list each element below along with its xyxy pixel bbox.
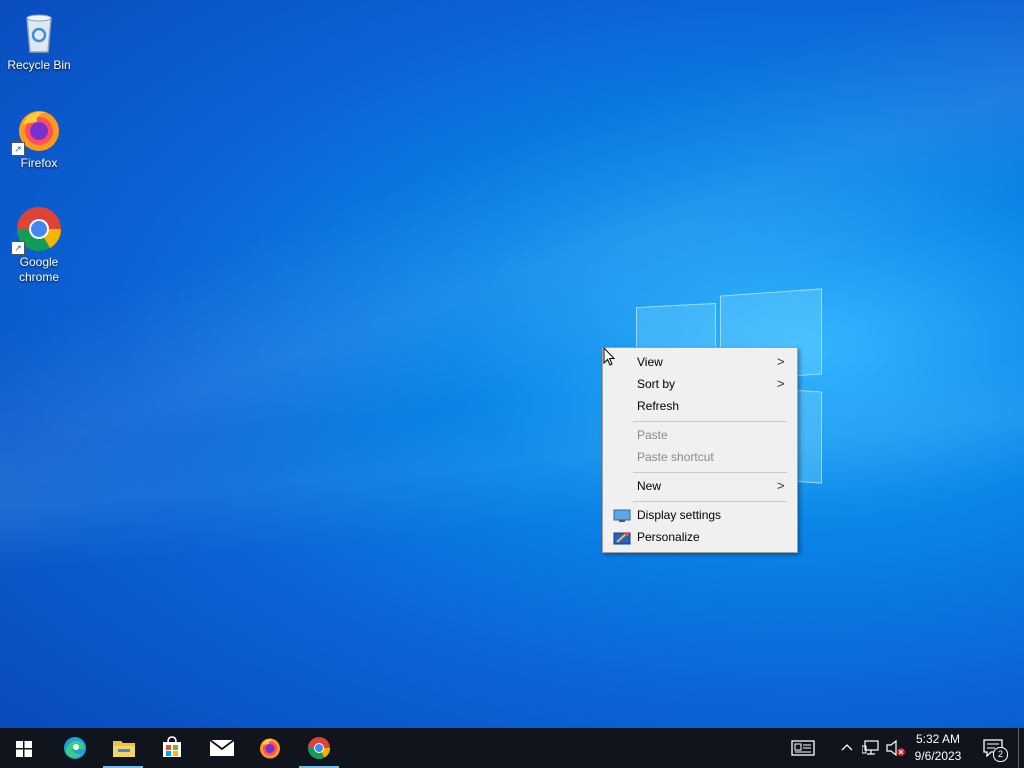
display-icon xyxy=(613,508,631,522)
menu-separator xyxy=(633,421,787,422)
taskbar-store-button[interactable] xyxy=(148,728,196,768)
menu-item-view[interactable]: View > xyxy=(603,351,797,373)
firefox-icon xyxy=(258,736,282,765)
taskbar-file-explorer-button[interactable] xyxy=(99,728,147,768)
volume-muted-icon xyxy=(886,739,906,759)
clock-button[interactable]: 5:32 AM 9/6/2023 xyxy=(905,731,971,765)
menu-item-new[interactable]: New > xyxy=(603,475,797,497)
menu-item-personalize[interactable]: Personalize xyxy=(603,526,797,548)
mouse-cursor-icon xyxy=(603,346,616,372)
edge-icon xyxy=(63,736,87,765)
notification-count-badge: 2 xyxy=(993,747,1008,762)
chevron-right-icon: > xyxy=(777,478,785,493)
taskbar-chrome-button[interactable] xyxy=(295,728,343,768)
shortcut-arrow-icon: ↗ xyxy=(11,142,25,156)
menu-item-sort-by[interactable]: Sort by > xyxy=(603,373,797,395)
menu-item-label: Refresh xyxy=(637,399,680,413)
menu-item-paste[interactable]: Paste xyxy=(603,424,797,446)
chrome-icon: ↗ xyxy=(11,205,63,255)
menu-item-refresh[interactable]: Refresh xyxy=(603,395,797,417)
menu-item-paste-shortcut[interactable]: Paste shortcut xyxy=(603,446,797,468)
taskbar-edge-button[interactable] xyxy=(51,728,99,768)
menu-separator xyxy=(633,501,787,502)
taskbar-firefox-button[interactable] xyxy=(246,728,294,768)
desktop-icon-label: Google chrome xyxy=(18,255,59,284)
menu-item-display-settings[interactable]: Display settings xyxy=(603,504,797,526)
menu-item-label: Personalize xyxy=(637,530,700,544)
menu-item-label: Display settings xyxy=(637,508,722,522)
shortcut-arrow-icon: ↗ xyxy=(11,241,25,255)
taskbar: 5:32 AM 9/6/2023 2 xyxy=(0,728,1024,768)
light-beam xyxy=(0,0,1024,728)
menu-item-label: Paste shortcut xyxy=(637,450,714,464)
desktop-context-menu: View > Sort by > Refresh Paste Paste sho… xyxy=(602,347,798,553)
desktop-icon-chrome[interactable]: ↗ Google chrome xyxy=(1,205,77,285)
folder-icon xyxy=(112,738,136,763)
menu-item-label: Sort by xyxy=(637,377,676,391)
menu-item-label: New xyxy=(637,479,662,493)
menu-separator xyxy=(633,472,787,473)
recycle-bin-icon xyxy=(15,8,63,56)
desktop-icon-label: Recycle Bin xyxy=(7,58,71,72)
chevron-right-icon: > xyxy=(777,354,785,369)
news-icon xyxy=(791,740,815,759)
network-icon xyxy=(861,740,880,759)
personalize-icon xyxy=(613,530,631,545)
clock-date: 9/6/2023 xyxy=(914,749,962,763)
store-icon xyxy=(161,736,183,763)
show-desktop-button[interactable] xyxy=(1018,728,1024,768)
firefox-icon: ↗ xyxy=(11,106,63,156)
windows-start-icon xyxy=(16,741,32,762)
menu-item-label: Paste xyxy=(637,428,668,442)
menu-item-label: View xyxy=(637,355,663,369)
volume-button[interactable] xyxy=(884,728,906,768)
news-widget-button[interactable] xyxy=(788,728,818,768)
desktop-icon-label: Firefox xyxy=(20,156,58,170)
desktop-icon-firefox[interactable]: ↗ Firefox xyxy=(1,106,77,171)
notification-center-button[interactable]: 2 xyxy=(980,728,1010,768)
network-button[interactable] xyxy=(860,728,882,768)
chevron-up-icon xyxy=(841,741,853,755)
start-button[interactable] xyxy=(0,728,48,768)
clock-time: 5:32 AM xyxy=(915,732,961,746)
show-hidden-icons-button[interactable] xyxy=(838,728,856,768)
mail-icon xyxy=(209,739,235,762)
taskbar-mail-button[interactable] xyxy=(197,728,245,768)
chrome-icon xyxy=(307,736,331,765)
chevron-right-icon: > xyxy=(777,376,785,391)
desktop-icon-recycle-bin[interactable]: Recycle Bin xyxy=(1,8,77,73)
desktop-wallpaper[interactable] xyxy=(0,0,1024,728)
